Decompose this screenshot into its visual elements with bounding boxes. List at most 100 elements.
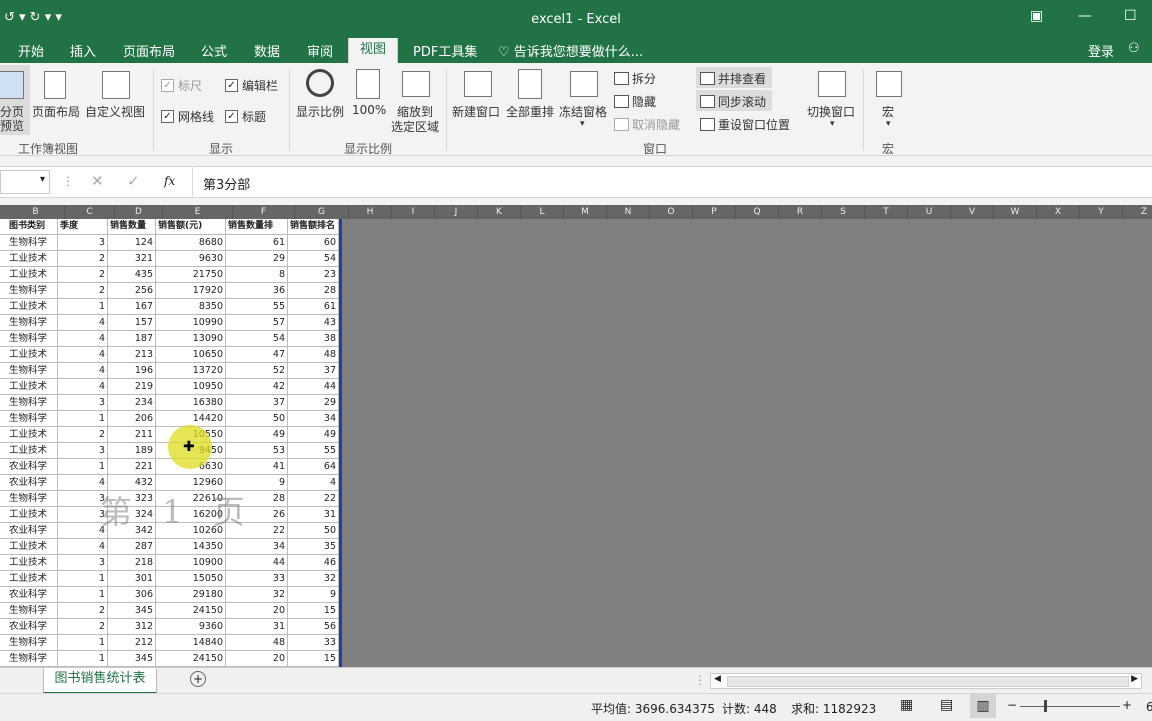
table-cell[interactable]: 1 — [58, 635, 108, 650]
table-cell[interactable]: 1 — [58, 411, 108, 426]
reset-position-button[interactable]: 重设窗口位置 — [718, 116, 790, 133]
column-header[interactable]: S — [822, 205, 865, 219]
table-cell[interactable]: 4 — [58, 347, 108, 362]
table-cell[interactable]: 22 — [288, 491, 339, 506]
table-cell[interactable]: 14420 — [156, 411, 226, 426]
table-cell[interactable]: 42 — [226, 379, 288, 394]
page-layout-view-icon[interactable]: ▤ — [940, 697, 953, 713]
table-cell[interactable]: 20 — [226, 651, 288, 666]
table-cell[interactable]: 57 — [226, 315, 288, 330]
table-cell[interactable]: 435 — [108, 267, 156, 282]
table-cell[interactable]: 2 — [58, 603, 108, 618]
table-cell[interactable]: 28 — [288, 283, 339, 298]
table-cell[interactable]: 1 — [58, 459, 108, 474]
table-cell[interactable]: 206 — [108, 411, 156, 426]
column-header[interactable]: H — [349, 205, 392, 219]
table-cell[interactable]: 农业科学 — [7, 459, 58, 474]
insert-function-icon[interactable]: fx — [164, 174, 175, 188]
table-cell[interactable]: 工业技术 — [7, 379, 58, 394]
zoom-slider[interactable] — [1020, 706, 1120, 707]
table-cell[interactable]: 3 — [58, 395, 108, 410]
table-cell[interactable]: 1 — [58, 571, 108, 586]
table-cell[interactable]: 工业技术 — [7, 347, 58, 362]
table-cell[interactable]: 2 — [58, 267, 108, 282]
column-header[interactable]: Z — [1123, 205, 1152, 219]
column-heading-cell[interactable]: 销售额(元) — [156, 219, 226, 234]
table-cell[interactable]: 234 — [108, 395, 156, 410]
table-cell[interactable]: 213 — [108, 347, 156, 362]
table-cell[interactable]: 工业技术 — [7, 507, 58, 522]
table-cell[interactable]: 生物科学 — [7, 331, 58, 346]
table-cell[interactable]: 10950 — [156, 379, 226, 394]
table-cell[interactable]: 9 — [288, 587, 339, 602]
zoom-level[interactable]: 6 — [1146, 700, 1152, 714]
table-cell[interactable]: 345 — [108, 651, 156, 666]
table-cell[interactable]: 34 — [226, 539, 288, 554]
login-link[interactable]: 登录 — [1088, 41, 1114, 60]
scroll-right-icon[interactable]: ▶ — [1131, 674, 1138, 684]
table-cell[interactable]: 生物科学 — [7, 651, 58, 666]
table-cell[interactable]: 49 — [226, 427, 288, 442]
table-cell[interactable]: 54 — [226, 331, 288, 346]
table-cell[interactable]: 35 — [288, 539, 339, 554]
column-heading-cell[interactable]: 销售数量排 — [226, 219, 288, 234]
table-cell[interactable]: 189 — [108, 443, 156, 458]
table-cell[interactable]: 3 — [58, 443, 108, 458]
table-cell[interactable]: 33 — [288, 635, 339, 650]
table-cell[interactable]: 13090 — [156, 331, 226, 346]
table-cell[interactable]: 38 — [288, 331, 339, 346]
table-cell[interactable]: 50 — [226, 411, 288, 426]
table-cell[interactable]: 1 — [58, 587, 108, 602]
table-cell[interactable]: 56 — [288, 619, 339, 634]
switch-window-button[interactable]: 切换窗口 — [807, 103, 855, 120]
table-cell[interactable]: 256 — [108, 283, 156, 298]
table-cell[interactable]: 生物科学 — [7, 363, 58, 378]
table-cell[interactable]: 农业科学 — [7, 523, 58, 538]
share-icon[interactable]: ⚇ — [1128, 41, 1140, 56]
table-cell[interactable]: 53 — [226, 443, 288, 458]
add-sheet-icon[interactable]: + — [190, 671, 206, 687]
table-cell[interactable]: 41 — [226, 459, 288, 474]
sync-scroll-button[interactable]: 同步滚动 — [696, 90, 772, 111]
table-cell[interactable]: 46 — [288, 555, 339, 570]
table-cell[interactable]: 3 — [58, 555, 108, 570]
table-cell[interactable]: 13720 — [156, 363, 226, 378]
normal-view-icon[interactable]: ▦ — [900, 697, 913, 713]
table-cell[interactable]: 生物科学 — [7, 315, 58, 330]
table-cell[interactable]: 9630 — [156, 251, 226, 266]
split-button[interactable]: 拆分 — [632, 70, 656, 87]
column-header[interactable]: B — [7, 205, 65, 219]
table-cell[interactable]: 生物科学 — [7, 635, 58, 650]
enter-icon[interactable]: ✓ — [127, 172, 140, 190]
table-cell[interactable]: 321 — [108, 251, 156, 266]
table-cell[interactable]: 生物科学 — [7, 235, 58, 250]
horizontal-scrollbar[interactable]: ◀ ▶ — [710, 673, 1142, 689]
freeze-panes-button[interactable]: 冻结窗格 — [559, 103, 607, 120]
table-cell[interactable]: 1 — [58, 651, 108, 666]
table-cell[interactable]: 306 — [108, 587, 156, 602]
table-cell[interactable]: 37 — [226, 395, 288, 410]
column-header[interactable]: M — [564, 205, 607, 219]
table-cell[interactable]: 47 — [226, 347, 288, 362]
table-cell[interactable]: 31 — [226, 619, 288, 634]
worksheet-area[interactable]: BCDEFGHIJKLMNOPQRSTUVWXYZ 图书类别 季度 销售数量 销售额(… — [0, 205, 1152, 667]
table-cell[interactable]: 工业技术 — [7, 299, 58, 314]
table-cell[interactable]: 33 — [226, 571, 288, 586]
table-cell[interactable]: 2 — [58, 251, 108, 266]
table-cell[interactable]: 52 — [226, 363, 288, 378]
table-cell[interactable]: 187 — [108, 331, 156, 346]
table-cell[interactable]: 工业技术 — [7, 267, 58, 282]
table-cell[interactable]: 15050 — [156, 571, 226, 586]
table-cell[interactable]: 17920 — [156, 283, 226, 298]
column-header[interactable]: X — [1037, 205, 1080, 219]
table-cell[interactable]: 212 — [108, 635, 156, 650]
table-cell[interactable]: 21750 — [156, 267, 226, 282]
column-heading-cell[interactable]: 图书类别 — [7, 219, 58, 234]
table-cell[interactable]: 工业技术 — [7, 427, 58, 442]
column-header[interactable]: Q — [736, 205, 779, 219]
arrange-all-button[interactable]: 全部重排 — [506, 103, 554, 120]
table-cell[interactable]: 15 — [288, 603, 339, 618]
table-cell[interactable]: 农业科学 — [7, 587, 58, 602]
table-cell[interactable]: 36 — [226, 283, 288, 298]
maximize-button[interactable]: ☐ — [1124, 8, 1137, 24]
